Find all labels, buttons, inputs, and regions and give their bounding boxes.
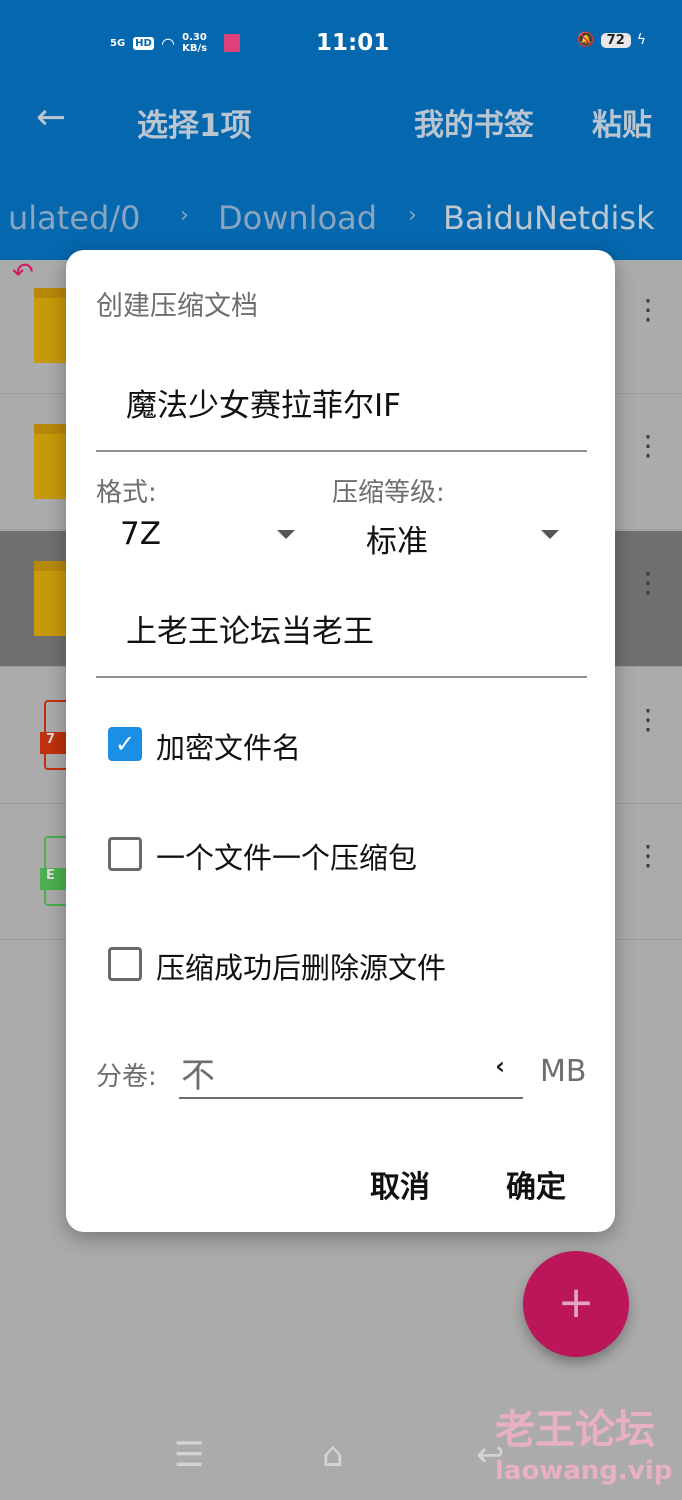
battery-icon: 72 (600, 32, 631, 48)
cancel-button[interactable]: 取消 (370, 1162, 430, 1206)
breadcrumb-item[interactable]: Download (218, 199, 377, 237)
watermark-url: laowang.vip (495, 1456, 673, 1486)
undo-icon[interactable]: ↶ (12, 258, 34, 288)
app-notification-icon (224, 34, 241, 52)
create-archive-dialog: 创建压缩文档 魔法少女赛拉菲尔IF 格式: 压缩等级: 7Z 标准 上老王论坛当… (66, 250, 615, 1232)
split-unit: MB (540, 1054, 587, 1089)
back-arrow-icon[interactable]: ← (36, 97, 66, 138)
split-label: 分卷: (96, 1062, 157, 1092)
home-nav-icon[interactable]: ⌂ (322, 1435, 344, 1475)
paste-button[interactable]: 粘贴 (592, 100, 652, 144)
net-speed: 0.30 KB/s (182, 32, 208, 54)
delete-source-checkbox[interactable] (108, 947, 142, 981)
dropdown-chevron-icon[interactable]: ‹ (495, 1052, 505, 1080)
dialog-title: 创建压缩文档 (96, 291, 258, 322)
format-label: 格式: (96, 478, 157, 508)
chevron-right-icon: › (180, 203, 189, 228)
chevron-right-icon: › (408, 203, 417, 228)
mute-icon: 🔕 (577, 32, 595, 48)
charging-icon: ϟ (636, 32, 646, 48)
signal-icon: 5G (110, 37, 126, 49)
password-input[interactable]: 上老王论坛当老王 (96, 580, 587, 678)
watermark: 老王论坛 (495, 1407, 655, 1453)
checkbox-label: 加密文件名 (156, 731, 302, 765)
checkbox-label: 压缩成功后删除源文件 (156, 951, 447, 985)
archive-name-input[interactable]: 魔法少女赛拉菲尔IF (96, 350, 587, 452)
one-archive-per-file-checkbox[interactable] (108, 837, 142, 871)
bookmarks-button[interactable]: 我的书签 (414, 100, 534, 144)
more-icon[interactable]: ⋮ (634, 706, 662, 734)
split-volume-input[interactable]: 不 ‹ (179, 1046, 523, 1099)
hd-icon: HD (133, 36, 154, 50)
wifi-icon: ◠ (161, 33, 175, 53)
checkbox-label: 一个文件一个压缩包 (156, 841, 418, 875)
add-fab-button[interactable]: + (523, 1251, 629, 1357)
menu-nav-icon[interactable]: ☰ (174, 1435, 204, 1475)
page-title: 选择1项 (137, 108, 252, 144)
breadcrumb-item[interactable]: BaiduNetdisk (443, 199, 655, 237)
more-icon[interactable]: ⋮ (634, 296, 662, 324)
level-label: 压缩等级: (332, 478, 445, 508)
status-bar: 5G HD ◠ 0.30 KB/s 11:01 🔕 72 ϟ (0, 0, 682, 85)
breadcrumb-item[interactable]: ulated/0 (8, 199, 140, 237)
dropdown-arrow-icon (277, 530, 295, 539)
more-icon[interactable]: ⋮ (634, 432, 662, 460)
encrypt-filenames-checkbox[interactable]: ✓ (108, 727, 142, 761)
breadcrumb: ulated/0 › Download › BaiduNetdisk (0, 185, 682, 260)
dropdown-arrow-icon (541, 530, 559, 539)
app-bar: ← 选择1项 我的书签 粘贴 (0, 85, 682, 185)
clock: 11:01 (316, 30, 390, 56)
more-icon[interactable]: ⋮ (634, 842, 662, 870)
ok-button[interactable]: 确定 (506, 1162, 566, 1206)
more-icon[interactable]: ⋮ (634, 569, 662, 597)
